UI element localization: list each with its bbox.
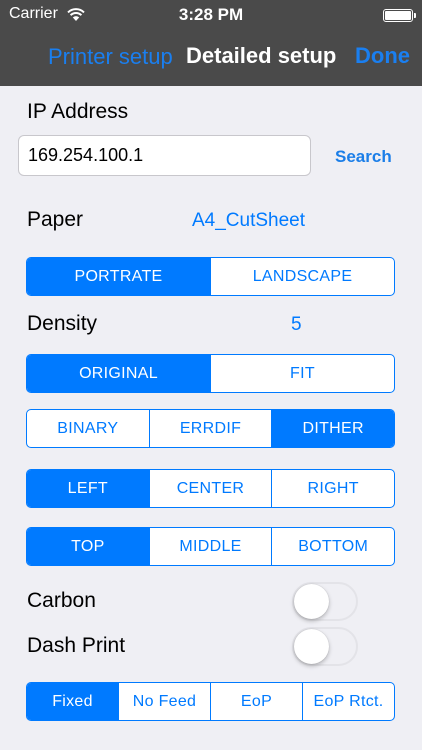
paper-label: Paper bbox=[27, 208, 84, 231]
halftone-segmented-control: BINARY ERRDIF DITHER bbox=[26, 409, 395, 448]
vertical-alignment-segmented-control: TOP MIDDLE BOTTOM bbox=[26, 527, 395, 566]
status-bar: Carrier 3:28 PM bbox=[0, 0, 422, 30]
orientation-segmented-control: PORTRATE LANDSCAPE bbox=[26, 257, 395, 296]
ip-address-input[interactable] bbox=[18, 135, 311, 176]
carbon-label: Carbon bbox=[27, 589, 96, 612]
segment-no-feed[interactable]: No Feed bbox=[118, 683, 210, 720]
segment-right[interactable]: RIGHT bbox=[271, 470, 394, 507]
toggle-knob bbox=[294, 629, 329, 664]
dash-print-label: Dash Print bbox=[27, 634, 126, 657]
density-label: Density bbox=[27, 312, 98, 335]
segment-fit[interactable]: FIT bbox=[210, 355, 394, 392]
horizontal-alignment-segmented-control: LEFT CENTER RIGHT bbox=[26, 469, 395, 508]
segment-original[interactable]: ORIGINAL bbox=[27, 355, 210, 392]
segment-landscape[interactable]: LANDSCAPE bbox=[210, 258, 394, 295]
battery-icon bbox=[383, 9, 416, 22]
segment-bottom[interactable]: BOTTOM bbox=[271, 528, 394, 565]
segment-dither[interactable]: DITHER bbox=[271, 410, 394, 447]
ip-address-label: IP Address bbox=[27, 100, 129, 123]
back-button[interactable]: Printer setup bbox=[48, 44, 173, 70]
segment-eop-rtct[interactable]: EoP Rtct. bbox=[302, 683, 394, 720]
page-title: Detailed setup bbox=[186, 43, 337, 68]
done-button[interactable]: Done bbox=[355, 43, 410, 69]
carbon-toggle[interactable] bbox=[292, 582, 358, 621]
navigation-bar: Printer setup Detailed setup Done bbox=[0, 30, 422, 86]
dash-print-toggle[interactable] bbox=[292, 627, 358, 666]
scaling-segmented-control: ORIGINAL FIT bbox=[26, 354, 395, 393]
segment-left[interactable]: LEFT bbox=[27, 470, 149, 507]
segment-portrate[interactable]: PORTRATE bbox=[27, 258, 210, 295]
segment-binary[interactable]: BINARY bbox=[27, 410, 149, 447]
toggle-knob bbox=[294, 584, 329, 619]
segment-errdif[interactable]: ERRDIF bbox=[148, 410, 272, 447]
segment-fixed[interactable]: Fixed bbox=[27, 683, 118, 720]
segment-eop[interactable]: EoP bbox=[210, 683, 302, 720]
density-value[interactable]: 5 bbox=[291, 314, 302, 336]
paper-value[interactable]: A4_CutSheet bbox=[192, 210, 305, 232]
segment-middle[interactable]: MIDDLE bbox=[148, 528, 272, 565]
search-button[interactable]: Search bbox=[335, 147, 392, 167]
feed-segmented-control: Fixed No Feed EoP EoP Rtct. bbox=[26, 682, 395, 721]
clock: 3:28 PM bbox=[178, 5, 244, 24]
segment-top[interactable]: TOP bbox=[27, 528, 149, 565]
segment-center[interactable]: CENTER bbox=[148, 470, 272, 507]
